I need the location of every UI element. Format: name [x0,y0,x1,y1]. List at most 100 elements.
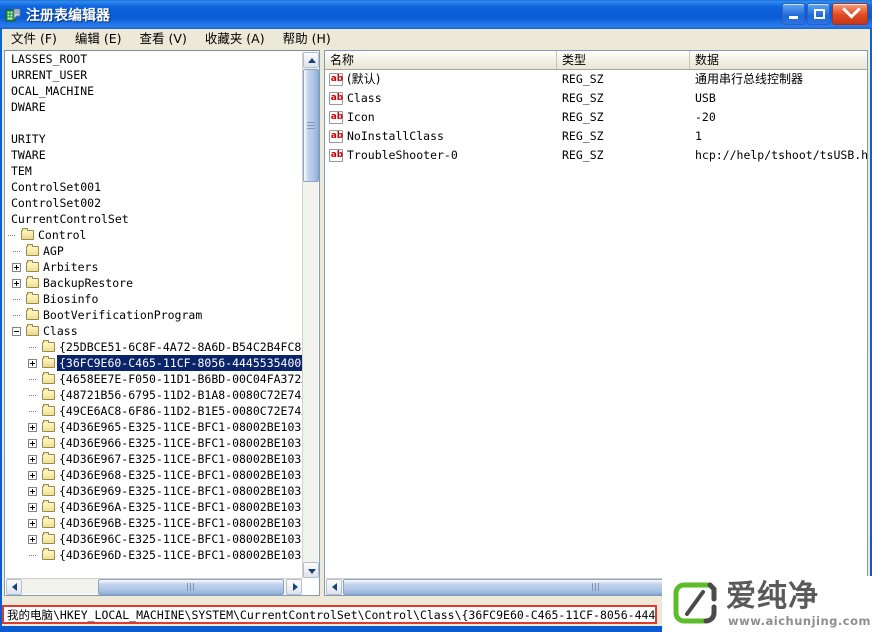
menu-edit[interactable]: 编辑 (E) [66,29,131,49]
tree-indent [5,483,26,499]
status-path-field: 我的电脑\HKEY_LOCAL_MACHINE\SYSTEM\CurrentCo… [2,605,657,624]
tree-item-label: {49CE6AC8-6F86-11D2-B1E5-0080C72E74A2} [57,403,302,419]
tree-item-label: {4D36E966-E325-11CE-BFC1-08002BE10318} [57,435,302,451]
close-button[interactable] [832,3,868,25]
tree-item[interactable] [5,115,302,131]
tree-item[interactable]: BootVerificationProgram [5,307,302,323]
maximize-button[interactable] [807,3,830,25]
menu-view[interactable]: 查看 (V) [131,29,196,49]
minimize-button[interactable] [782,3,805,25]
value-row[interactable]: ClassREG_SZUSB [325,89,867,108]
tree-scroll-up-button[interactable] [303,52,319,68]
tree-item[interactable]: Class [5,323,302,339]
tree-item[interactable]: {25DBCE51-6C8F-4A72-8A6D-B54C2B4FC835} [5,339,302,355]
tree-item[interactable]: URRENT_USER [5,67,302,83]
folder-icon [25,275,41,291]
column-header-data[interactable]: 数据 [690,51,868,69]
tree-scroll-down-button[interactable] [303,562,319,578]
tree-item[interactable]: {4D36E965-E325-11CE-BFC1-08002BE10318} [5,419,302,435]
registry-values-pane[interactable]: 名称类型数据 (默认)REG_SZ通用串行总线控制器ClassREG_SZUSB… [324,50,868,596]
value-type: REG_SZ [562,127,690,146]
tree-item[interactable]: Biosinfo [5,291,302,307]
title-bar[interactable]: 注册表编辑器 [0,0,872,29]
column-header-type[interactable]: 类型 [557,51,690,69]
tree-expander-plus-icon[interactable] [26,419,41,435]
value-name: NoInstallClass [347,127,557,146]
menu-help[interactable]: 帮助 (H) [274,29,340,49]
tree-indent [5,371,26,387]
tree-item[interactable]: URITY [5,131,302,147]
tree-horizontal-scrollbar[interactable] [6,578,302,594]
value-data: USB [695,89,867,108]
value-row[interactable]: IconREG_SZ-20 [325,108,867,127]
tree-item[interactable]: Arbiters [5,259,302,275]
tree-expander-plus-icon[interactable] [26,451,41,467]
tree-expander-plus-icon[interactable] [10,259,25,275]
tree-item[interactable]: {4D36E96D-E325-11CE-BFC1-08002BE10318} [5,547,302,563]
tree-vscroll-thumb[interactable] [303,69,319,182]
tree-item[interactable]: {4D36E96B-E325-11CE-BFC1-08002BE10318} [5,515,302,531]
values-column-headers[interactable]: 名称类型数据 [325,51,867,70]
ab-string-icon [329,92,343,105]
window-title: 注册表编辑器 [26,5,110,25]
tree-scroll-left-button[interactable] [6,579,22,595]
tree-item[interactable]: {49CE6AC8-6F86-11D2-B1E5-0080C72E74A2} [5,403,302,419]
watermark: 爱纯净 www.aichunjing.com [662,576,872,632]
tree-indent [5,547,26,563]
tree-item[interactable]: CurrentControlSet [5,211,302,227]
values-list[interactable]: (默认)REG_SZ通用串行总线控制器ClassREG_SZUSBIconREG… [325,70,867,595]
tree-item[interactable]: {48721B56-6795-11D2-B1A8-0080C72E74A2} [5,387,302,403]
value-row[interactable]: NoInstallClassREG_SZ1 [325,127,867,146]
value-row[interactable]: (默认)REG_SZ通用串行总线控制器 [325,70,867,89]
tree-item[interactable]: ControlSet002 [5,195,302,211]
value-data: -20 [695,108,867,127]
tree-hscroll-thumb[interactable] [98,579,284,595]
tree-expander-plus-icon[interactable] [26,531,41,547]
tree-item[interactable]: {4D36E968-E325-11CE-BFC1-08002BE10318} [5,467,302,483]
tree-item[interactable]: LASSES_ROOT [5,51,302,67]
registry-tree[interactable]: LASSES_ROOTURRENT_USEROCAL_MACHINEDWARE U… [5,51,302,579]
tree-item-selected[interactable]: {36FC9E60-C465-11CF-8056-444553540000} [5,355,302,371]
tree-expander-plus-icon[interactable] [26,499,41,515]
tree-expander-plus-icon[interactable] [26,483,41,499]
menu-favorites[interactable]: 收藏夹 (A) [196,29,274,49]
folder-icon [41,403,57,419]
tree-item[interactable]: Control [5,227,302,243]
tree-item[interactable]: TEM [5,163,302,179]
tree-expander-plus-icon[interactable] [26,515,41,531]
tree-expander-plus-icon[interactable] [26,355,41,371]
scroll-grip-icon-h2 [592,583,600,591]
value-data: hcp://help/tshoot/tsUSB.htm [695,146,867,165]
tree-item[interactable]: ControlSet001 [5,179,302,195]
tree-indent [5,435,26,451]
menu-file[interactable]: 文件 (F) [2,29,66,49]
tree-item[interactable]: TWARE [5,147,302,163]
tree-item[interactable]: {4D36E967-E325-11CE-BFC1-08002BE10318} [5,451,302,467]
tree-vertical-scrollbar[interactable] [302,52,318,578]
tree-item[interactable]: {4D36E96A-E325-11CE-BFC1-08002BE10318} [5,499,302,515]
tree-line-icon [26,547,41,563]
values-scroll-left-button[interactable] [326,579,342,595]
folder-icon [41,467,57,483]
value-data: 通用串行总线控制器 [695,70,867,89]
tree-expander-plus-icon[interactable] [26,467,41,483]
tree-expander-plus-icon[interactable] [26,435,41,451]
tree-item-label: URRENT_USER [9,67,89,83]
tree-item[interactable]: AGP [5,243,302,259]
value-row[interactable]: TroubleShooter-0REG_SZhcp://help/tshoot/… [325,146,867,165]
tree-item[interactable]: {4658EE7E-F050-11D1-B6BD-00C04FA372A7} [5,371,302,387]
registry-tree-pane[interactable]: LASSES_ROOTURRENT_USEROCAL_MACHINEDWARE U… [4,50,320,596]
column-header-name[interactable]: 名称 [325,51,557,69]
minimize-icon [789,16,798,19]
tree-item[interactable]: {4D36E966-E325-11CE-BFC1-08002BE10318} [5,435,302,451]
tree-expander-minus-icon[interactable] [10,323,25,339]
tree-scroll-right-button[interactable] [286,579,302,595]
tree-item[interactable]: DWARE [5,99,302,115]
tree-item[interactable]: BackupRestore [5,275,302,291]
tree-item[interactable]: OCAL_MACHINE [5,83,302,99]
tree-item[interactable]: {4D36E969-E325-11CE-BFC1-08002BE10318} [5,483,302,499]
value-name: Class [347,89,557,108]
tree-expander-plus-icon[interactable] [10,275,25,291]
folder-icon [41,499,57,515]
tree-item[interactable]: {4D36E96C-E325-11CE-BFC1-08002BE10318} [5,531,302,547]
